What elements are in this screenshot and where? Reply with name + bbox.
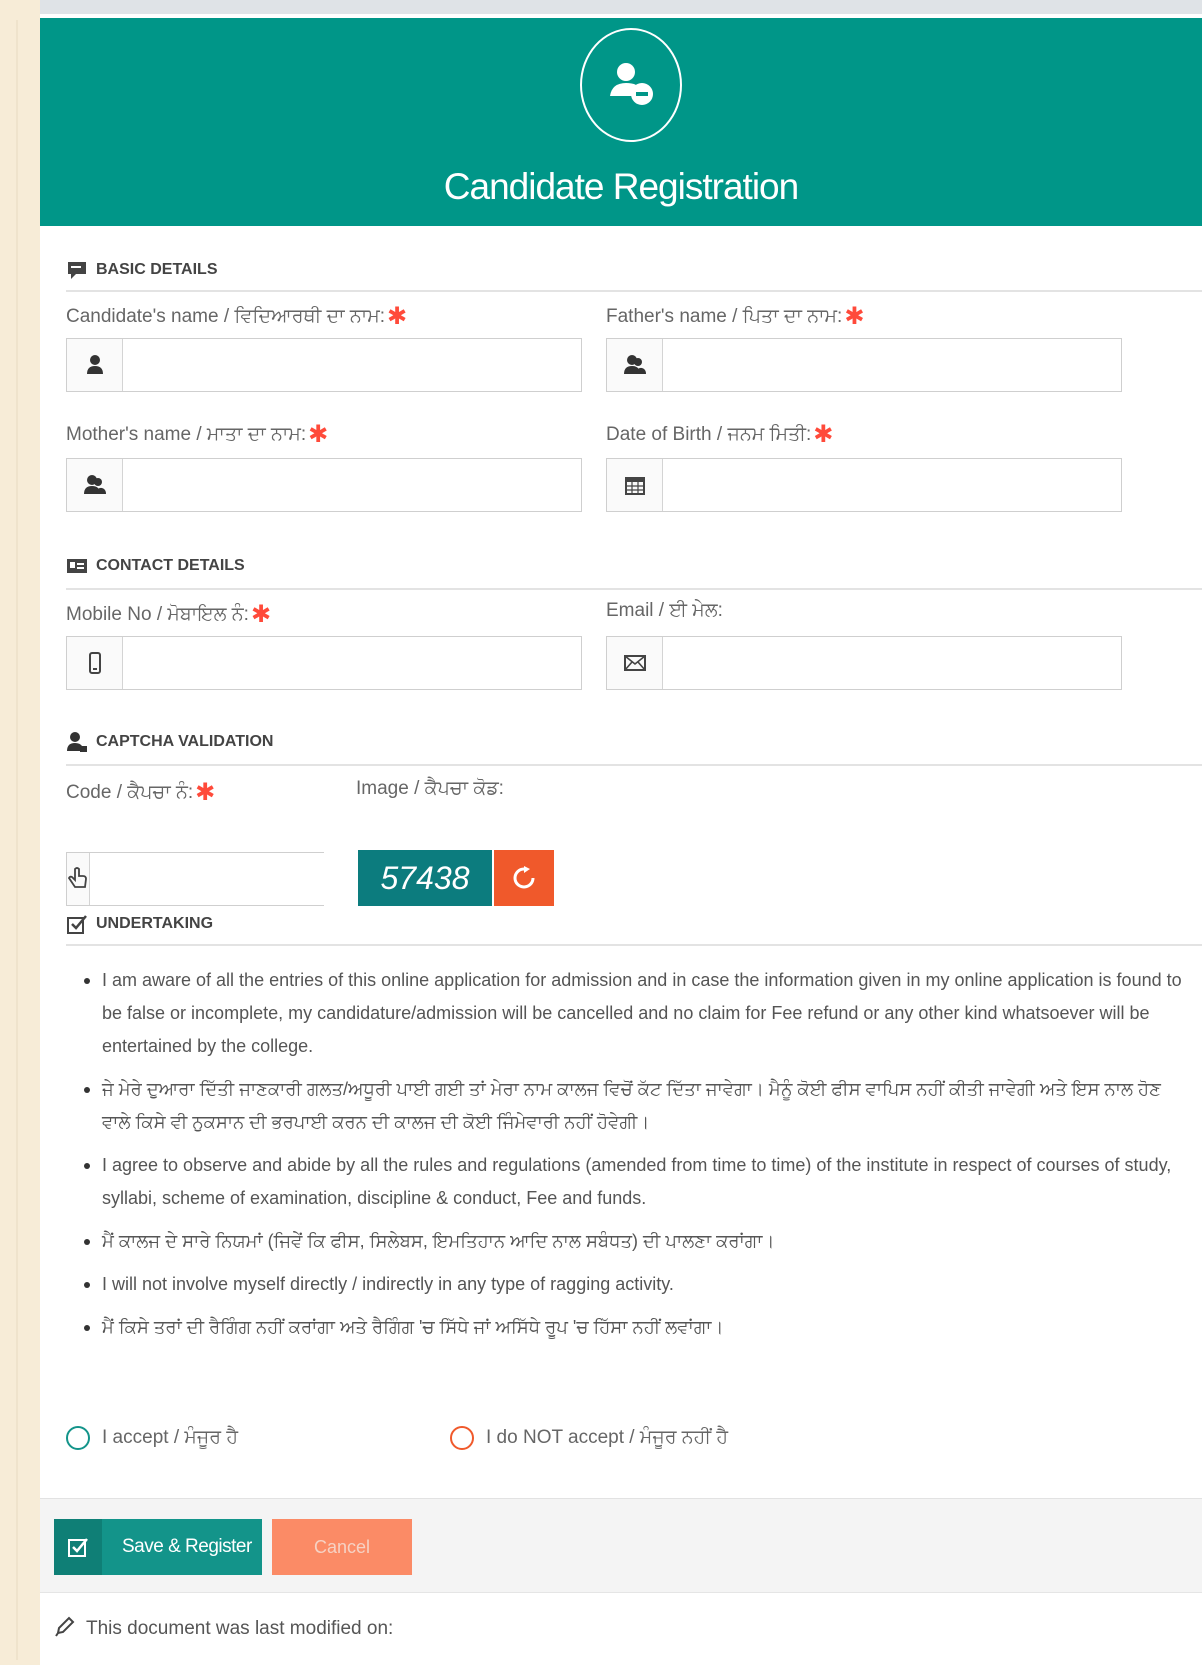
- captcha-refresh-button[interactable]: [494, 850, 554, 906]
- divider: [66, 290, 1202, 292]
- required-marker: ✱: [386, 303, 408, 330]
- user-lock-icon: [66, 731, 88, 753]
- save-button-label: Save & Register: [122, 1536, 252, 1557]
- required-marker: ✱: [195, 779, 216, 806]
- pencil-icon: [54, 1615, 76, 1643]
- mobile-input[interactable]: [123, 637, 581, 689]
- section-title-text: CAPTCHA VALIDATION: [96, 733, 274, 750]
- candidate-name-group: [66, 338, 582, 392]
- dob-label: Date of Birth / ਜਨਮ ਮਿਤੀ:✱: [606, 421, 834, 448]
- mother-name-group: [66, 458, 582, 512]
- registration-card: Candidate Registration BASIC DETAILS Can…: [40, 14, 1202, 1598]
- save-register-button[interactable]: Save & Register: [54, 1519, 262, 1575]
- mobile-group: [66, 636, 582, 690]
- browser-top-strip: [0, 0, 1202, 14]
- page-title: Candidate Registration: [443, 166, 799, 207]
- captcha-image: 57438: [358, 850, 492, 906]
- candidate-name-input[interactable]: [123, 339, 581, 391]
- user-icon: [67, 339, 123, 391]
- cancel-button-label: Cancel: [313, 1536, 371, 1557]
- mother-name-input[interactable]: [123, 459, 581, 511]
- section-contact-details: CONTACT DETAILS: [66, 552, 245, 580]
- not-accept-radio[interactable]: I do NOT accept / ਮੰਜੂਰ ਨਹੀਂ ਹੈ: [450, 1426, 728, 1450]
- envelope-icon: [607, 637, 663, 689]
- divider: [66, 944, 1202, 946]
- email-label: Email / ਈ ਮੇਲ:: [606, 600, 723, 621]
- not-accept-label: I do NOT accept / ਮੰਜੂਰ ਨਹੀਂ ਹੈ: [486, 1427, 729, 1448]
- dob-input[interactable]: [663, 459, 1121, 511]
- father-name-group: [606, 338, 1122, 392]
- hand-pointer-icon: [67, 853, 90, 905]
- email-input[interactable]: [663, 637, 1121, 689]
- divider: [66, 588, 1202, 590]
- contact-card-icon: [66, 555, 88, 577]
- section-undertaking: UNDERTAKING: [66, 910, 213, 938]
- captcha-code-input[interactable]: [90, 853, 346, 905]
- last-modified-bar: This document was last modified on:: [40, 1592, 1202, 1665]
- mobile-phone-icon: [67, 637, 123, 689]
- section-captcha-validation: CAPTCHA VALIDATION: [66, 728, 273, 756]
- section-title-text: BASIC DETAILS: [96, 261, 218, 278]
- captcha-image-label: Image / ਕੈਪਚਾ ਕੋਡ:: [356, 778, 504, 799]
- undertaking-item: I will not involve myself directly / ind…: [82, 1268, 1182, 1301]
- user-add-icon: [580, 28, 682, 142]
- accept-radio[interactable]: I accept / ਮੰਜੂਰ ਹੈ: [66, 1426, 238, 1450]
- candidate-name-label: Candidate's name / ਵਿਦਿਆਰਥੀ ਦਾ ਨਾਮ:✱: [66, 303, 408, 330]
- form-actions: Save & Register Cancel: [40, 1498, 1202, 1598]
- undertaking-item: I agree to observe and abide by all the …: [82, 1149, 1182, 1215]
- mobile-label: Mobile No / ਮੋਬਾਇਲ ਨੰ:✱: [66, 601, 272, 628]
- undertaking-item: ਮੈਂ ਕਾਲਜ ਦੇ ਸਾਰੇ ਨਿਯਮਾਂ (ਜਿਵੇਂ ਕਿ ਫੀਸ, ਸ…: [82, 1225, 1182, 1258]
- page-margin: [0, 0, 40, 1665]
- cancel-button[interactable]: Cancel: [272, 1519, 412, 1575]
- checkbox-icon: [66, 913, 88, 935]
- users-icon: [607, 339, 663, 391]
- father-name-input[interactable]: [663, 339, 1121, 391]
- undertaking-item: I am aware of all the entries of this on…: [82, 964, 1182, 1063]
- calendar-icon: [607, 459, 663, 511]
- comment-icon: [66, 259, 88, 281]
- section-title-text: UNDERTAKING: [96, 915, 214, 932]
- required-marker: ✱: [813, 421, 834, 448]
- radio-circle[interactable]: [66, 1426, 90, 1450]
- required-marker: ✱: [250, 601, 272, 628]
- section-title-text: CONTACT DETAILS: [96, 557, 245, 574]
- undertaking-list: I am aware of all the entries of this on…: [82, 964, 1182, 1354]
- required-marker: ✱: [844, 303, 865, 330]
- registration-header: Candidate Registration: [40, 18, 1202, 226]
- last-modified-text: This document was last modified on:: [86, 1618, 394, 1639]
- captcha-code-group: [66, 852, 346, 906]
- email-group: [606, 636, 1122, 690]
- refresh-icon: [513, 866, 535, 889]
- father-name-label: Father's name / ਪਿਤਾ ਦਾ ਨਾਮ:✱: [606, 303, 865, 330]
- undertaking-item: ਜੇ ਮੇਰੇ ਦੁਆਰਾ ਦਿੱਤੀ ਜਾਣਕਾਰੀ ਗਲਤ/ਅਧੂਰੀ ਪਾ…: [82, 1073, 1182, 1139]
- captcha-code-label: Code / ਕੈਪਚਾ ਨੰ:✱: [66, 779, 216, 806]
- required-marker: ✱: [308, 421, 329, 448]
- section-basic-details: BASIC DETAILS: [66, 256, 217, 284]
- users-icon: [67, 459, 123, 511]
- undertaking-item: ਮੈਂ ਕਿਸੇ ਤਰਾਂ ਦੀ ਰੈਗਿੰਗ ਨਹੀਂ ਕਰਾਂਗਾ ਅਤੇ …: [82, 1311, 1182, 1344]
- dob-group: [606, 458, 1122, 512]
- mother-name-label: Mother's name / ਮਾਤਾ ਦਾ ਨਾਮ:✱: [66, 421, 329, 448]
- radio-circle[interactable]: [450, 1426, 474, 1450]
- check-square-icon: [54, 1519, 102, 1575]
- accept-label: I accept / ਮੰਜੂਰ ਹੈ: [102, 1427, 239, 1448]
- divider: [66, 764, 1202, 766]
